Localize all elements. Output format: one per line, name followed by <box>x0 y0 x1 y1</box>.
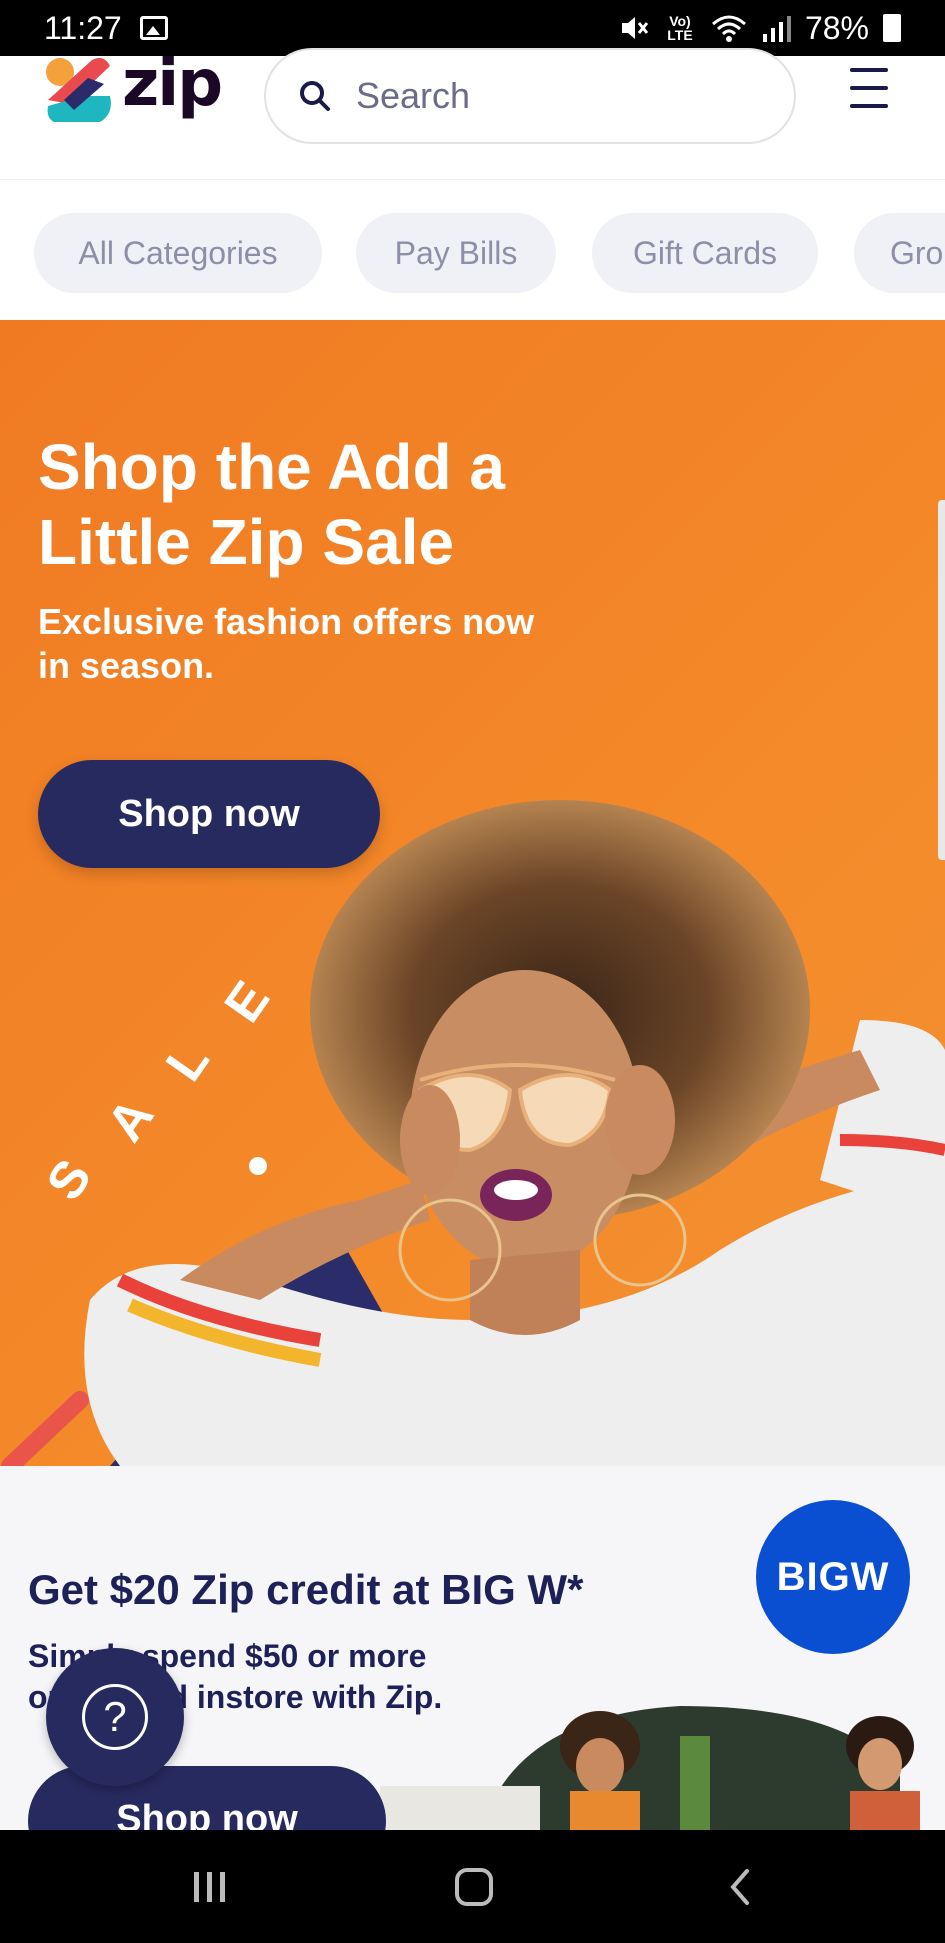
screen: 11:27 Vo) LTE 78% zip Search All Categor… <box>0 0 945 1943</box>
back-icon[interactable] <box>680 1830 800 1943</box>
search-icon <box>300 81 330 111</box>
chip-all-categories[interactable]: All Categories <box>34 213 322 293</box>
status-time: 11:27 <box>44 9 122 46</box>
battery-percent: 78% <box>804 9 869 46</box>
promo-title: Get $20 Zip credit at BIG W* <box>28 1566 584 1613</box>
chip-pay-bills[interactable]: Pay Bills <box>356 213 556 293</box>
logo-text: zip <box>122 47 223 121</box>
scroll-indicator[interactable] <box>938 500 945 860</box>
chip-gift-cards[interactable]: Gift Cards <box>592 213 818 293</box>
hero-title: Shop the Add a Little Zip Sale <box>38 431 505 578</box>
image-icon <box>139 16 168 40</box>
signal-icon <box>762 16 791 42</box>
system-nav-bar <box>0 1830 945 1943</box>
hero-banner[interactable]: Shop the Add a Little Zip Sale Exclusive… <box>0 320 945 1466</box>
hamburger-menu-icon[interactable] <box>850 68 890 108</box>
network-label: Vo) LTE <box>667 13 693 43</box>
search-placeholder: Search <box>356 75 471 116</box>
recent-apps-icon[interactable] <box>150 1830 270 1943</box>
hero-shop-now-button[interactable]: Shop now <box>38 760 380 868</box>
wifi-icon <box>711 15 746 42</box>
category-chips: All Categories Pay Bills Gift Cards Gro <box>0 181 945 320</box>
bigw-badge: BIGW <box>756 1500 910 1654</box>
promo-card-bigw[interactable]: BIGW Get $20 Zip credit at BIG W* Simply… <box>0 1466 945 1830</box>
home-icon[interactable] <box>414 1830 534 1943</box>
search-input[interactable]: Search <box>264 48 796 144</box>
zip-logo[interactable]: zip <box>44 47 234 126</box>
app-header: zip Search <box>0 47 945 180</box>
battery-icon <box>883 14 901 42</box>
zip-logo-mark <box>46 58 111 122</box>
mute-icon <box>621 17 649 39</box>
help-button[interactable]: ? <box>46 1648 184 1786</box>
help-icon: ? <box>82 1684 148 1750</box>
chip-groceries[interactable]: Gro <box>854 213 945 293</box>
hero-subtitle: Exclusive fashion offers now in season. <box>38 601 535 686</box>
